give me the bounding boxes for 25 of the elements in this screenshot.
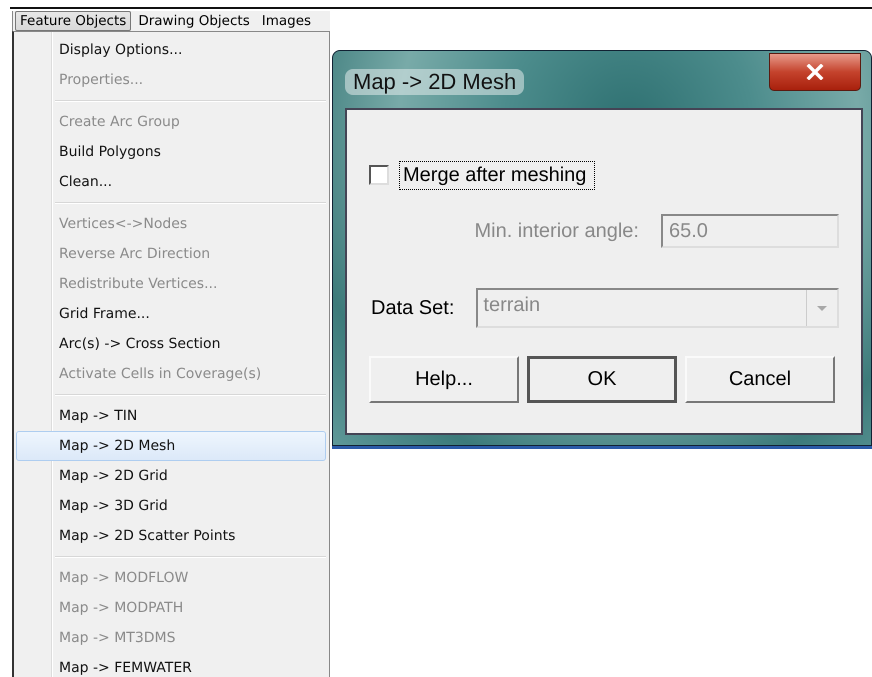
menu-item[interactable]: Grid Frame...: [16, 299, 326, 329]
menubar-item[interactable]: Images: [256, 11, 316, 31]
menu-item[interactable]: Map -> 2D Scatter Points: [16, 521, 326, 551]
menu-item[interactable]: Map -> 2D Mesh: [16, 431, 326, 461]
menu-item[interactable]: Map -> 3D Grid: [16, 491, 326, 521]
menu-item[interactable]: Map -> TIN: [16, 401, 326, 431]
field-label: Data Set:: [371, 296, 454, 320]
checkbox[interactable]: [369, 165, 389, 185]
dialog-button[interactable]: Help...: [369, 356, 519, 403]
menu-item[interactable]: Clean...: [16, 167, 326, 197]
close-icon: [806, 64, 824, 80]
dialog-button[interactable]: Cancel: [685, 356, 835, 403]
menu-item[interactable]: Build Polygons: [16, 137, 326, 167]
field-label: Min. interior angle:: [474, 220, 639, 242]
menu-item[interactable]: Map -> FEMWATER: [16, 653, 326, 677]
dialog-title: Map -> 2D Mesh: [345, 69, 524, 95]
menubar-item[interactable]: Drawing Objects: [133, 11, 255, 31]
close-button[interactable]: [769, 53, 861, 91]
dropdown-arrow-icon: [816, 304, 828, 312]
menu-item[interactable]: Arc(s) -> Cross Section: [16, 329, 326, 359]
checkbox-label[interactable]: Merge after meshing: [399, 160, 596, 190]
menu-item[interactable]: Map -> 2D Grid: [16, 461, 326, 491]
menubar-item[interactable]: Feature Objects: [15, 11, 132, 31]
menu-item[interactable]: Display Options...: [16, 35, 326, 65]
dialog-button[interactable]: OK: [527, 356, 677, 403]
